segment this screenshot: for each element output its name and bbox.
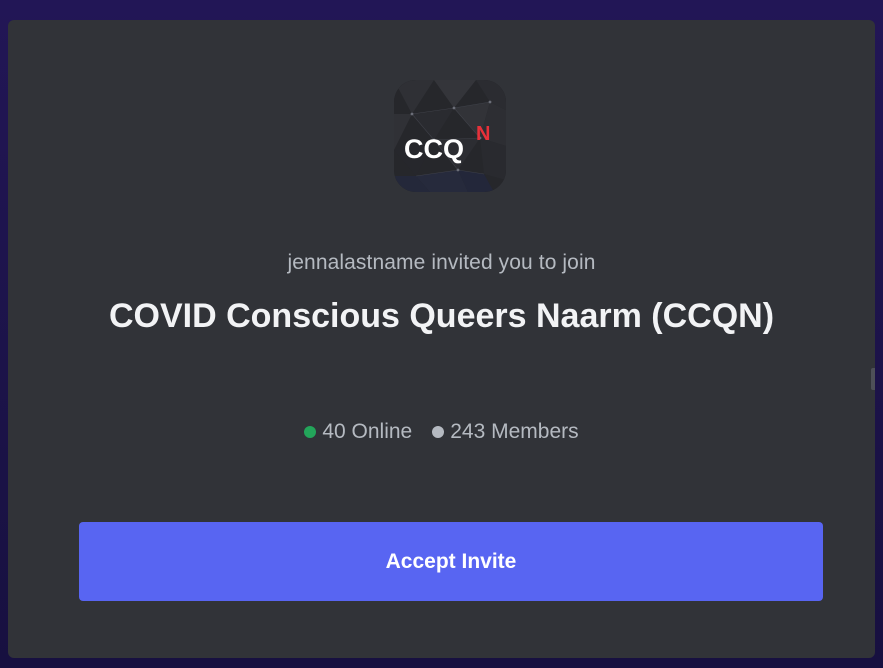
server-icon-text: CCQ [404, 134, 464, 164]
online-dot-icon [304, 426, 317, 438]
members-dot-icon [432, 426, 445, 438]
accept-invite-button[interactable]: Accept Invite [79, 522, 823, 601]
server-stats: 40 Online 243 Members [8, 420, 875, 444]
scroll-edge-indicator [871, 368, 875, 390]
server-icon: CCQ N [394, 80, 506, 192]
inviter-text: jennalastname invited you to join [287, 251, 596, 274]
online-count: 40 Online [322, 420, 413, 443]
online-stat: 40 Online [304, 420, 412, 444]
members-stat: 243 Members [432, 420, 579, 444]
server-name: COVID Conscious Queers Naarm (CCQN) [108, 297, 775, 335]
server-icon-superscript: N [476, 123, 490, 145]
members-count: 243 Members [450, 420, 579, 443]
invite-card: CCQ N jennalastname invited you to join … [8, 20, 875, 658]
